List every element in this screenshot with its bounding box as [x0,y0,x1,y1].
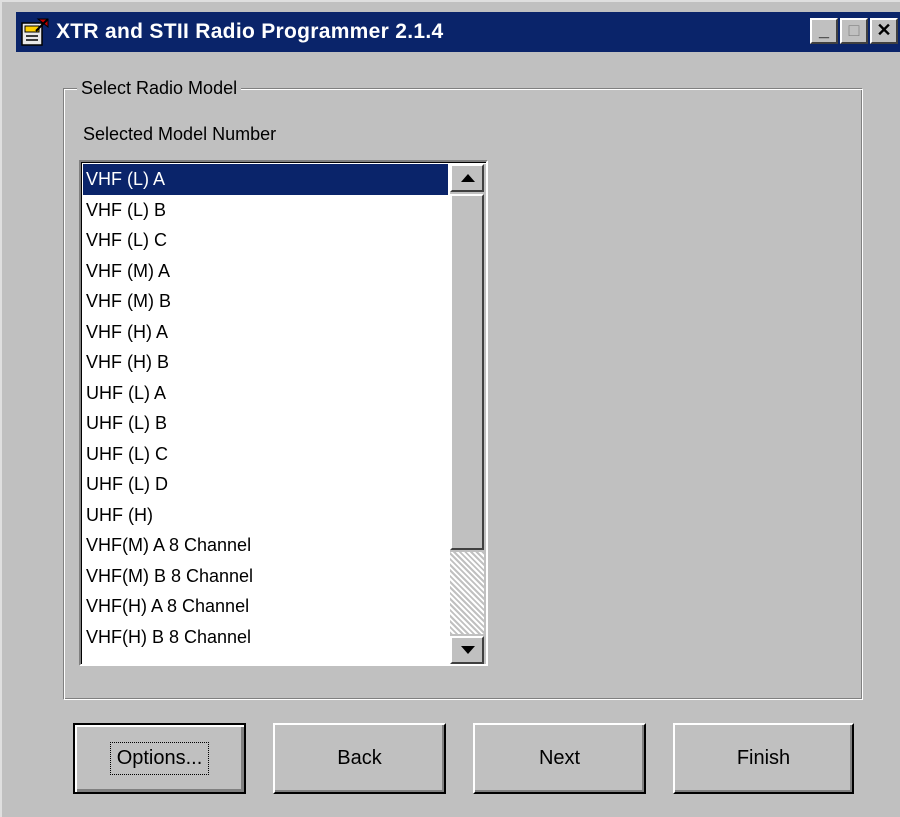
scroll-track[interactable] [450,552,484,634]
scroll-down-arrow-icon [461,646,475,654]
close-button[interactable]: ✕ [870,18,898,44]
scroll-down-button[interactable] [450,636,484,664]
options-button[interactable]: Options... [73,723,246,794]
list-item[interactable]: UHF (H) [83,500,448,531]
list-item[interactable]: VHF (H) B [83,347,448,378]
selected-model-label: Selected Model Number [83,124,277,144]
list-item[interactable]: VHF (L) C [83,225,448,256]
list-item[interactable]: UHF (L) B [83,408,448,439]
group-legend: Select Radio Model [77,78,242,99]
maximize-button[interactable]: □ [840,18,868,44]
model-listbox[interactable]: VHF (L) A VHF (L) B VHF (L) C VHF (M) A VHF … [79,160,488,666]
list-item[interactable]: VHF (L) B [83,195,448,226]
next-button[interactable]: Next [473,723,646,794]
list-item[interactable]: VHF (L) A [83,164,448,195]
window-controls: _ □ ✕ [808,18,898,44]
main-window: XTR and STII Radio Programmer 2.1.4 _ □ … [0,0,900,817]
minimize-button[interactable]: _ [810,18,838,44]
list-item[interactable]: UHF (L) A [83,378,448,409]
list-item[interactable]: VHF (H) A [83,317,448,348]
window-title: XTR and STII Radio Programmer 2.1.4 [56,20,444,43]
options-button-label: Options... [109,742,210,775]
scroll-thumb[interactable] [450,194,484,550]
scroll-up-arrow-icon [461,174,475,182]
finish-button[interactable]: Finish [673,723,854,794]
vertical-scrollbar[interactable] [450,164,486,664]
list-item[interactable]: UHF (L) C [83,439,448,470]
list-item[interactable]: VHF (M) B [83,286,448,317]
list-item[interactable]: VHF(H) B 8 Channel [83,622,448,653]
back-button[interactable]: Back [273,723,446,794]
app-icon[interactable] [18,15,52,49]
list-item[interactable]: VHF (M) A [83,256,448,287]
model-list[interactable]: VHF (L) A VHF (L) B VHF (L) C VHF (M) A VHF … [83,164,448,652]
title-bar[interactable]: XTR and STII Radio Programmer 2.1.4 _ □ … [16,12,900,52]
list-item[interactable]: VHF(M) A 8 Channel [83,530,448,561]
scroll-up-button[interactable] [450,164,484,192]
list-item[interactable]: VHF(H) A 8 Channel [83,591,448,622]
list-item[interactable]: VHF(M) B 8 Channel [83,561,448,592]
list-item[interactable]: UHF (L) D [83,469,448,500]
